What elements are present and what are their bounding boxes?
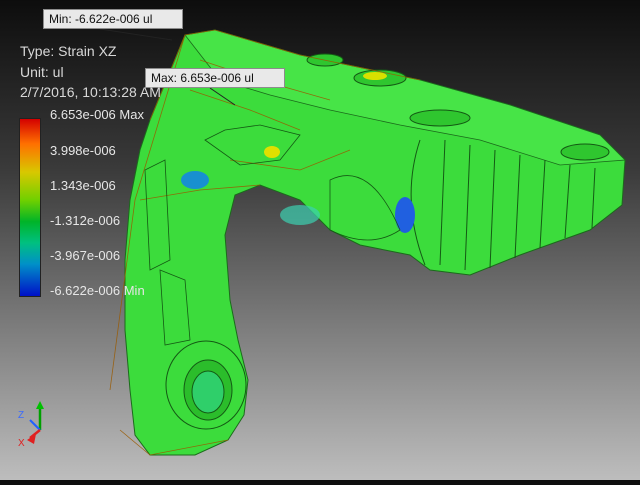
mount-hole (409, 109, 471, 127)
legend-value: -3.967e-006 (50, 248, 121, 263)
strain-hotspot-yellow (264, 146, 280, 158)
x-axis-label: X (18, 438, 25, 448)
legend-value: -1.312e-006 (50, 213, 121, 228)
bracket-model[interactable] (0, 0, 640, 480)
z-axis-label: Z (18, 410, 24, 421)
model-viewport[interactable] (0, 0, 640, 480)
legend-value-max: 6.653e-006 Max (50, 107, 144, 122)
mount-hole (560, 143, 610, 161)
min-probe-leader (99, 28, 173, 41)
legend-value: 1.343e-006 (50, 178, 116, 193)
max-probe-label[interactable]: Max: 6.653e-006 ul (145, 68, 285, 88)
result-unit: Unit: ul (20, 64, 64, 80)
result-timestamp: 2/7/2016, 10:13:28 AM (20, 84, 161, 100)
y-axis-head (36, 401, 44, 409)
strain-hotspot-cyan (280, 205, 320, 225)
strain-hotspot-yellow (363, 72, 387, 80)
hub-bore-inner (191, 370, 225, 414)
z-axis-arrow (29, 419, 41, 431)
axis-triad-icon[interactable]: Z X (16, 398, 64, 448)
legend-value: 3.998e-006 (50, 143, 116, 158)
strain-hotspot-cyan (181, 171, 209, 189)
legend-value-min: -6.622e-006 Min (50, 283, 145, 298)
color-legend-bar (19, 118, 41, 297)
result-type: Type: Strain XZ (20, 43, 117, 59)
strain-hotspot-blue (395, 197, 415, 233)
min-probe-label[interactable]: Min: -6.622e-006 ul (43, 9, 183, 29)
